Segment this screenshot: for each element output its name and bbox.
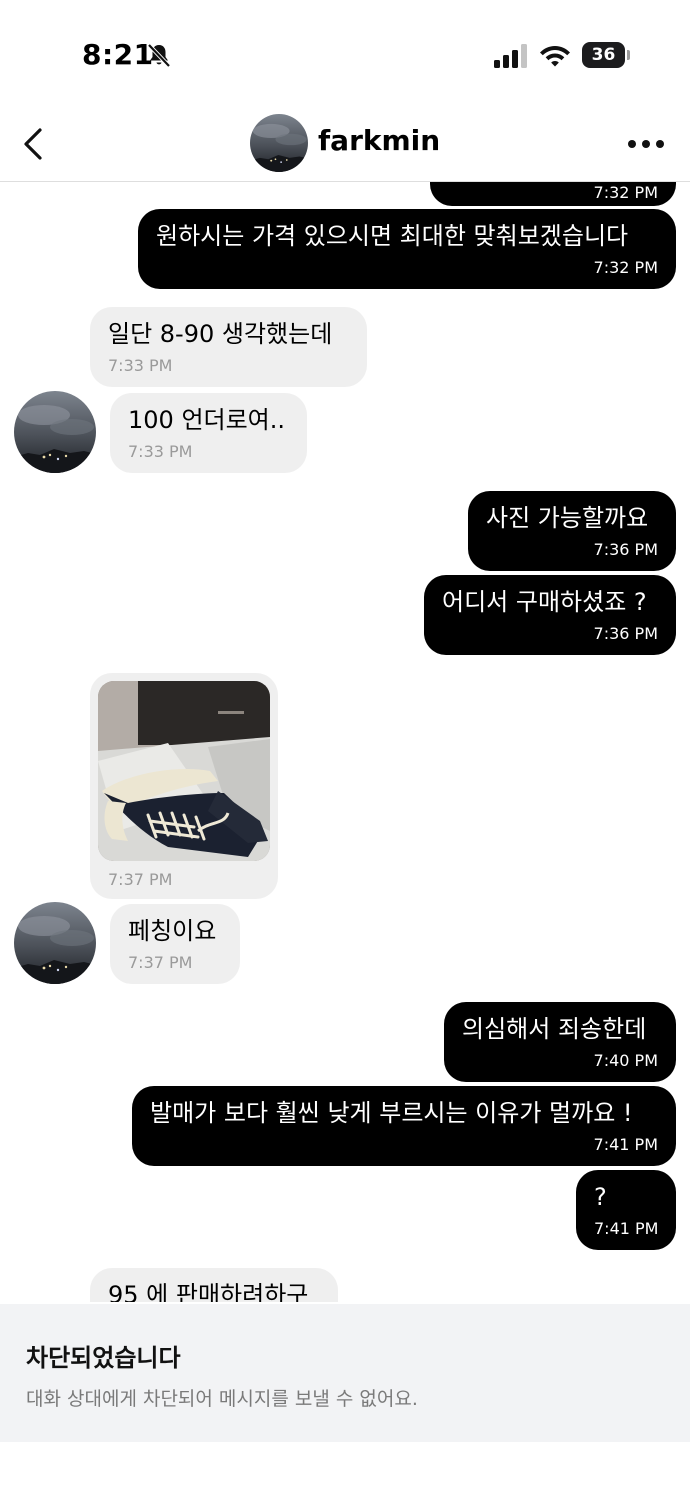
message-time: 7:41 PM <box>594 1219 659 1238</box>
message-bubble[interactable]: 7:32 PM <box>430 182 676 206</box>
blocked-title: 차단되었습니다 <box>26 1344 181 1372</box>
battery-cap <box>627 50 630 60</box>
message-bubble[interactable]: ? 7:41 PM <box>576 1170 676 1250</box>
sender-avatar[interactable] <box>14 391 96 473</box>
chat-header: farkmin <box>0 110 690 182</box>
message-text: 일단 8-90 생각했는데 <box>108 320 333 348</box>
message-text: 100 언더로여.. <box>128 406 286 434</box>
message-time: 7:33 PM <box>128 442 193 461</box>
message-time: 7:36 PM <box>593 540 658 559</box>
message-bubble[interactable]: 일단 8-90 생각했는데 7:33 PM <box>90 307 367 387</box>
bell-slash-icon <box>147 43 171 68</box>
chevron-left-icon[interactable] <box>20 126 50 162</box>
message-time: 7:32 PM <box>593 258 658 277</box>
battery-icon: 36 <box>582 42 630 68</box>
message-bubble[interactable]: 의심해서 죄송한데 7:40 PM <box>444 1002 676 1082</box>
image-message[interactable]: 7:37 PM <box>90 673 278 899</box>
message-text: 원하시는 가격 있으시면 최대한 맞춰보겠습니다 <box>156 222 629 250</box>
status-bar: 8:21 36 <box>0 0 690 110</box>
sender-avatar[interactable] <box>14 902 96 984</box>
message-text: 의심해서 죄송한데 <box>462 1015 647 1043</box>
message-time: 7:41 PM <box>593 1135 658 1154</box>
sneaker-photo[interactable] <box>98 681 270 861</box>
message-list[interactable]: 7:32 PM 원하시는 가격 있으시면 최대한 맞춰보겠습니다 7:32 PM… <box>0 182 690 1302</box>
message-text: ? <box>594 1183 607 1211</box>
blocked-banner: 차단되었습니다 대화 상대에게 차단되어 메시지를 보낼 수 없어요. <box>0 1304 690 1442</box>
blocked-description: 대화 상대에게 차단되어 메시지를 보낼 수 없어요. <box>26 1388 418 1410</box>
message-time: 7:37 PM <box>128 953 193 972</box>
battery-level: 36 <box>582 42 625 68</box>
cellular-signal-icon <box>494 44 527 68</box>
status-time: 8:21 <box>82 38 154 71</box>
message-bubble[interactable]: 페칭이요 7:37 PM <box>110 904 240 984</box>
message-text: 어디서 구매하셨죠 ? <box>442 588 647 616</box>
message-text: 95 에 판매하려하구 <box>108 1281 309 1302</box>
message-time: 7:36 PM <box>593 624 658 643</box>
more-horizontal-icon[interactable] <box>628 140 664 150</box>
message-time: 7:37 PM <box>108 870 173 889</box>
message-time: 7:32 PM <box>593 183 658 202</box>
wifi-icon <box>540 46 570 67</box>
message-bubble[interactable]: 100 언더로여.. 7:33 PM <box>110 393 307 473</box>
message-text: 페칭이요 <box>128 917 217 945</box>
message-bubble[interactable]: 사진 가능할까요 7:36 PM <box>468 491 676 571</box>
message-bubble[interactable]: 어디서 구매하셨죠 ? 7:36 PM <box>424 575 676 655</box>
message-bubble[interactable]: 원하시는 가격 있으시면 최대한 맞춰보겠습니다 7:32 PM <box>138 209 676 289</box>
message-text: 발매가 보다 훨씬 낮게 부르시는 이유가 멀까요 ! <box>150 1099 633 1127</box>
chat-username[interactable]: farkmin <box>318 124 440 157</box>
message-text: 사진 가능할까요 <box>486 504 649 532</box>
message-time: 7:33 PM <box>108 356 173 375</box>
avatar[interactable] <box>250 114 308 172</box>
message-bubble[interactable]: 95 에 판매하려하구 <box>90 1268 338 1302</box>
message-bubble[interactable]: 발매가 보다 훨씬 낮게 부르시는 이유가 멀까요 ! 7:41 PM <box>132 1086 676 1166</box>
message-time: 7:40 PM <box>593 1051 658 1070</box>
